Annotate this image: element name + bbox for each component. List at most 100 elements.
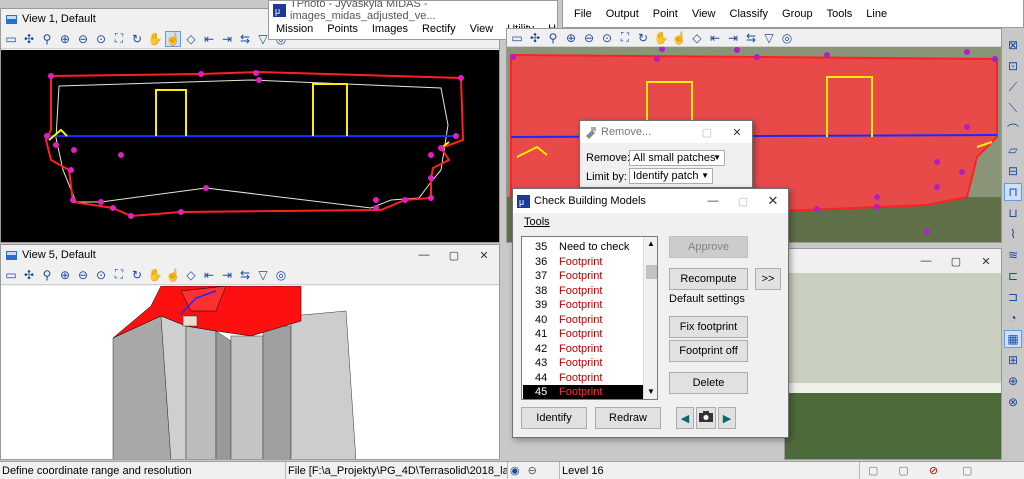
tool-icon-4[interactable]: ⟍: [1004, 99, 1022, 117]
list-item[interactable]: 38 Footprint: [523, 284, 643, 299]
list-item[interactable]: 42 Footprint: [523, 342, 643, 357]
tool-icon-7[interactable]: ⊟: [1004, 162, 1022, 180]
menu-view[interactable]: View: [463, 23, 501, 35]
tool-icon-15[interactable]: ▦: [1004, 330, 1022, 348]
brush-icon[interactable]: ⚲: [545, 30, 561, 46]
zoom-out-icon[interactable]: ⊖: [75, 267, 91, 283]
eraser-icon[interactable]: ◇: [183, 31, 199, 47]
tool-icon-8[interactable]: ⊓: [1004, 183, 1022, 201]
menu-point[interactable]: Point: [646, 8, 685, 20]
list-item[interactable]: 44 Footprint: [523, 371, 643, 386]
tool-icon-17[interactable]: ⊕: [1004, 372, 1022, 390]
tool-icon-18[interactable]: ⊗: [1004, 393, 1022, 411]
fit-view-icon[interactable]: ⛶: [111, 267, 127, 283]
pan-icon[interactable]: ✋: [653, 30, 669, 46]
menu-images[interactable]: Images: [365, 23, 415, 35]
rotate-icon[interactable]: ↻: [129, 267, 145, 283]
view-tools-icon[interactable]: ✣: [527, 30, 543, 46]
menu-output[interactable]: Output: [599, 8, 646, 20]
menu-group[interactable]: Group: [775, 8, 820, 20]
menu-points[interactable]: Points: [320, 23, 365, 35]
tool-icon-3[interactable]: ⟋: [1004, 78, 1022, 96]
zoom-out-icon[interactable]: ⊖: [581, 30, 597, 46]
close-icon[interactable]: ✕: [722, 123, 752, 141]
settings-icon[interactable]: ▢: [962, 464, 972, 477]
building-list[interactable]: 35 Need to check 36 Footprint 37 Footprint 38 F…: [521, 236, 658, 400]
menu-tools[interactable]: Tools: [820, 8, 860, 20]
close-icon[interactable]: ✕: [469, 246, 499, 264]
zoom-out-icon[interactable]: ⊖: [75, 31, 91, 47]
copy-view-icon[interactable]: ⇆: [237, 267, 253, 283]
redraw-button[interactable]: Redraw: [595, 407, 661, 429]
brush-icon[interactable]: ⚲: [39, 267, 55, 283]
zoom-extent-icon[interactable]: ⊙: [93, 267, 109, 283]
grid-icon[interactable]: ▢: [868, 464, 878, 477]
identify-button[interactable]: Identify: [521, 407, 587, 429]
list-scrollbar[interactable]: ▲ ▼: [643, 237, 657, 399]
no-entry-icon[interactable]: ⊘: [929, 464, 938, 477]
previous-view-icon[interactable]: ⇤: [201, 267, 217, 283]
eraser-icon[interactable]: ◇: [689, 30, 705, 46]
recompute-button[interactable]: Recompute: [669, 268, 748, 290]
close-icon[interactable]: ✕: [971, 252, 1001, 270]
brush-icon[interactable]: ⚲: [39, 31, 55, 47]
zoom-in-icon[interactable]: ⊕: [57, 267, 73, 283]
camera-icon[interactable]: ◎: [779, 30, 795, 46]
scroll-thumb[interactable]: [646, 265, 657, 279]
list-item[interactable]: 37 Footprint: [523, 269, 643, 284]
list-item[interactable]: 43 Footprint: [523, 356, 643, 371]
minimize-icon[interactable]: —: [698, 192, 728, 210]
menu-rectify[interactable]: Rectify: [415, 23, 463, 35]
camera-icon[interactable]: ◎: [273, 267, 289, 283]
fit-view-icon[interactable]: ⛶: [111, 31, 127, 47]
tool-icon-12[interactable]: ⊏: [1004, 267, 1022, 285]
next-view-icon[interactable]: ⇥: [219, 267, 235, 283]
tool-icon-16[interactable]: ⊞: [1004, 351, 1022, 369]
view-tools-icon[interactable]: ✣: [21, 267, 37, 283]
view-tools-icon[interactable]: ✣: [21, 31, 37, 47]
tool-icon-11[interactable]: ≋: [1004, 246, 1022, 264]
pointer-icon[interactable]: ☝: [671, 30, 687, 46]
approve-button[interactable]: Approve: [669, 236, 748, 258]
more-button[interactable]: >>: [755, 268, 781, 290]
window-menu-icon[interactable]: ▭: [3, 267, 19, 283]
view5-canvas[interactable]: [1, 285, 499, 459]
maximize-icon[interactable]: ▢: [692, 123, 722, 141]
menu-mission[interactable]: Mission: [269, 23, 320, 35]
tool-icon-5[interactable]: ⌒: [1004, 120, 1022, 138]
filter-icon[interactable]: ▽: [255, 267, 271, 283]
menu-file[interactable]: File: [567, 8, 599, 20]
scroll-up-icon[interactable]: ▲: [647, 239, 655, 248]
tool-icon-14[interactable]: ◔: [1004, 309, 1022, 327]
previous-view-icon[interactable]: ⇤: [201, 31, 217, 47]
filter-icon[interactable]: ▽: [761, 30, 777, 46]
tool-icon-6[interactable]: ▱: [1004, 141, 1022, 159]
tool-icon-9[interactable]: ⊔: [1004, 204, 1022, 222]
pointer-icon[interactable]: ☝: [165, 30, 181, 47]
rotate-icon[interactable]: ↻: [635, 30, 651, 46]
maximize-icon[interactable]: ▢: [728, 192, 758, 210]
view1-canvas[interactable]: [1, 50, 499, 242]
window-menu-icon[interactable]: ▭: [3, 31, 19, 47]
minimize-icon[interactable]: —: [409, 246, 439, 264]
menu-view[interactable]: View: [685, 8, 723, 20]
delete-button[interactable]: Delete: [669, 372, 748, 394]
remove-select[interactable]: All small patches ▼: [629, 150, 725, 166]
tool-icon-1[interactable]: ⊠: [1004, 36, 1022, 54]
pan-icon[interactable]: ✋: [147, 31, 163, 47]
zoom-extent-icon[interactable]: ⊙: [599, 30, 615, 46]
tool-icon-10[interactable]: ⌇: [1004, 225, 1022, 243]
previous-button[interactable]: ◀: [676, 407, 694, 429]
copy-view-icon[interactable]: ⇆: [743, 30, 759, 46]
next-button[interactable]: ▶: [718, 407, 736, 429]
copy-view-icon[interactable]: ⇆: [237, 31, 253, 47]
camera-view-button[interactable]: [696, 407, 716, 429]
pan-icon[interactable]: ✋: [147, 267, 163, 283]
tool-icon-2[interactable]: ⊡: [1004, 57, 1022, 75]
next-view-icon[interactable]: ⇥: [725, 30, 741, 46]
list-item[interactable]: 40 Footprint: [523, 313, 643, 328]
list-item[interactable]: 39 Footprint: [523, 298, 643, 313]
limit-select[interactable]: Identify patch ▼: [629, 168, 713, 184]
tool-icon-13[interactable]: ⊐: [1004, 288, 1022, 306]
footprint-off-button[interactable]: Footprint off: [669, 340, 748, 362]
